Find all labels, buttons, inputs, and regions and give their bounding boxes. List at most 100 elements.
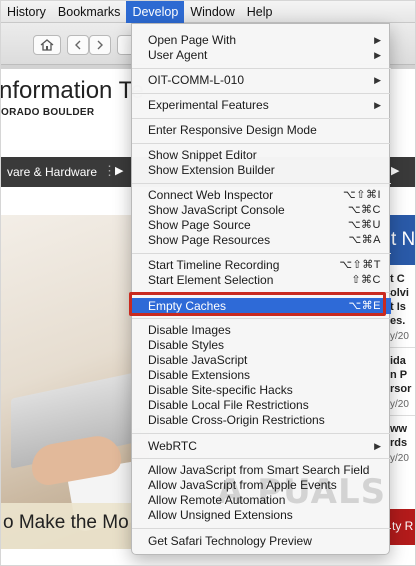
article-a-line-2[interactable]: olvi [390, 287, 409, 299]
menu-separator [132, 93, 391, 94]
menu-item-responsive-design-mode[interactable]: Enter Responsive Design Mode [132, 123, 391, 138]
article-b-date: y/20 [390, 399, 409, 410]
develop-menu: Open Page With ▶ User Agent ▶ OIT-COMM-L… [131, 23, 391, 555]
hero-image[interactable]: o Make the Mo [1, 215, 149, 549]
chevron-right-icon: ▶ [374, 100, 381, 110]
nav-arrow-right-icon[interactable]: ▶ [391, 164, 399, 177]
home-button[interactable] [33, 35, 61, 55]
menu-item-label: Show Page Resources [148, 233, 271, 247]
keyboard-shortcut: ⇧⌘C [351, 274, 381, 286]
menu-item-label: Allow JavaScript from Smart Search Field [148, 463, 370, 477]
menu-separator [132, 433, 391, 434]
menu-item-label: Show Page Source [148, 218, 251, 232]
chevron-left-icon [74, 40, 82, 50]
menu-separator [132, 68, 391, 69]
chevron-right-icon: ▶ [374, 441, 381, 451]
menu-item-allow-remote-automation[interactable]: Allow Remote Automation [132, 493, 391, 508]
divider [389, 415, 415, 416]
article-b-line-3[interactable]: rsor [390, 383, 411, 395]
home-icon [40, 39, 54, 51]
menu-item-label: Get Safari Technology Preview [148, 534, 312, 548]
promo-banner[interactable]: ty R [389, 509, 415, 545]
featured-banner[interactable]: t N [389, 215, 415, 265]
menu-item-disable-site-specific-hacks[interactable]: Disable Site-specific Hacks [132, 383, 391, 398]
menu-bar: History Bookmarks Develop Window Help [1, 1, 415, 23]
menu-item-oit-comm[interactable]: OIT-COMM-L-010 ▶ [132, 73, 391, 88]
chevron-right-icon: ▶ [374, 75, 381, 85]
back-button[interactable] [67, 35, 89, 55]
menu-item-disable-images[interactable]: Disable Images [132, 323, 391, 338]
menu-item-show-page-source[interactable]: Show Page Source ⌥⌘U [132, 218, 391, 233]
menu-separator [132, 118, 391, 119]
menu-item-experimental-features[interactable]: Experimental Features ▶ [132, 98, 391, 113]
chevron-right-icon: ▶ [374, 35, 381, 45]
hero-caption: o Make the Mo [3, 512, 129, 533]
menu-history[interactable]: History [1, 1, 52, 23]
keyboard-shortcut: ⌥⌘A [348, 234, 381, 246]
menu-item-allow-unsigned-extensions[interactable]: Allow Unsigned Extensions [132, 508, 391, 523]
menu-item-start-element-selection[interactable]: Start Element Selection ⇧⌘C [132, 273, 391, 288]
menu-item-label: Disable Cross-Origin Restrictions [148, 413, 325, 427]
article-a-line-4[interactable]: es. [390, 315, 405, 327]
menu-item-label: WebRTC [148, 439, 197, 453]
article-a-line-3[interactable]: t Is [390, 301, 406, 313]
keyboard-shortcut: ⌥⌘C [347, 204, 381, 216]
site-subtitle-bold: BOULDER [42, 107, 95, 118]
menu-separator [132, 458, 391, 459]
menu-item-label: Start Element Selection [148, 273, 274, 287]
chevron-right-icon: ▶ [374, 50, 381, 60]
menu-item-show-page-resources[interactable]: Show Page Resources ⌥⌘A [132, 233, 391, 248]
nav-arrow-icon[interactable]: ▶ [115, 164, 123, 177]
menu-item-user-agent[interactable]: User Agent ▶ [132, 48, 391, 63]
site-subtitle: ORADO BOULDER [1, 107, 94, 118]
divider [389, 347, 415, 348]
menu-item-label: Allow JavaScript from Apple Events [148, 478, 337, 492]
menu-separator [132, 528, 391, 529]
menu-item-disable-javascript[interactable]: Disable JavaScript [132, 353, 391, 368]
article-a-date: y/20 [390, 331, 409, 342]
keyboard-shortcut: ⌥⇧⌘T [339, 259, 381, 271]
menu-item-label: Experimental Features [148, 98, 269, 112]
article-b-line-1[interactable]: ida [390, 355, 406, 367]
menu-item-label: Disable Extensions [148, 368, 251, 382]
nav-item-software-hardware[interactable]: vare & Hardware [7, 165, 97, 179]
menu-item-label: Disable JavaScript [148, 353, 248, 367]
menu-item-disable-styles[interactable]: Disable Styles [132, 338, 391, 353]
article-c-line-1[interactable]: ww [390, 423, 407, 435]
menu-item-allow-js-smart-search[interactable]: Allow JavaScript from Smart Search Field [132, 463, 391, 478]
site-title[interactable]: nformation Te [1, 77, 144, 105]
forward-button[interactable] [89, 35, 111, 55]
menu-item-show-javascript-console[interactable]: Show JavaScript Console ⌥⌘C [132, 203, 391, 218]
hero-caption-box[interactable]: o Make the Mo [1, 503, 149, 549]
menu-item-label: Disable Styles [148, 338, 225, 352]
menu-item-allow-js-apple-events[interactable]: Allow JavaScript from Apple Events [132, 478, 391, 493]
article-b-line-2[interactable]: n P [390, 369, 407, 381]
menu-item-get-safari-technology-preview[interactable]: Get Safari Technology Preview [132, 534, 391, 549]
menu-item-disable-extensions[interactable]: Disable Extensions [132, 368, 391, 383]
menu-help[interactable]: Help [241, 1, 279, 23]
screenshot-frame: History Bookmarks Develop Window Help nf… [0, 0, 416, 566]
menu-item-connect-web-inspector[interactable]: Connect Web Inspector ⌥⇧⌘I [132, 188, 391, 203]
menu-item-open-page-with[interactable]: Open Page With ▶ [132, 33, 391, 48]
menu-item-start-timeline-recording[interactable]: Start Timeline Recording ⌥⇧⌘T [132, 258, 391, 273]
menu-item-disable-local-file-restrictions[interactable]: Disable Local File Restrictions [132, 398, 391, 413]
menu-bookmarks[interactable]: Bookmarks [52, 1, 127, 23]
empty-caches-callout [129, 292, 386, 316]
menu-item-label: Disable Site-specific Hacks [148, 383, 293, 397]
menu-item-label: Disable Images [148, 323, 231, 337]
article-c-line-2[interactable]: rds [390, 437, 407, 449]
menu-item-label: User Agent [148, 48, 208, 62]
menu-item-label: Show Snippet Editor [148, 148, 257, 162]
chevron-right-icon [96, 40, 104, 50]
menu-item-webrtc[interactable]: WebRTC ▶ [132, 439, 391, 454]
menu-item-show-snippet-editor[interactable]: Show Snippet Editor [132, 148, 391, 163]
menu-item-label: Disable Local File Restrictions [148, 398, 309, 412]
menu-window[interactable]: Window [184, 1, 240, 23]
menu-develop[interactable]: Develop [126, 1, 185, 23]
menu-item-label: Connect Web Inspector [148, 188, 274, 202]
menu-item-disable-cross-origin-restrictions[interactable]: Disable Cross-Origin Restrictions [132, 413, 391, 428]
menu-separator [132, 183, 391, 184]
menu-separator [132, 253, 391, 254]
article-a-line-1[interactable]: t C [390, 273, 405, 285]
menu-item-show-extension-builder[interactable]: Show Extension Builder [132, 163, 391, 178]
